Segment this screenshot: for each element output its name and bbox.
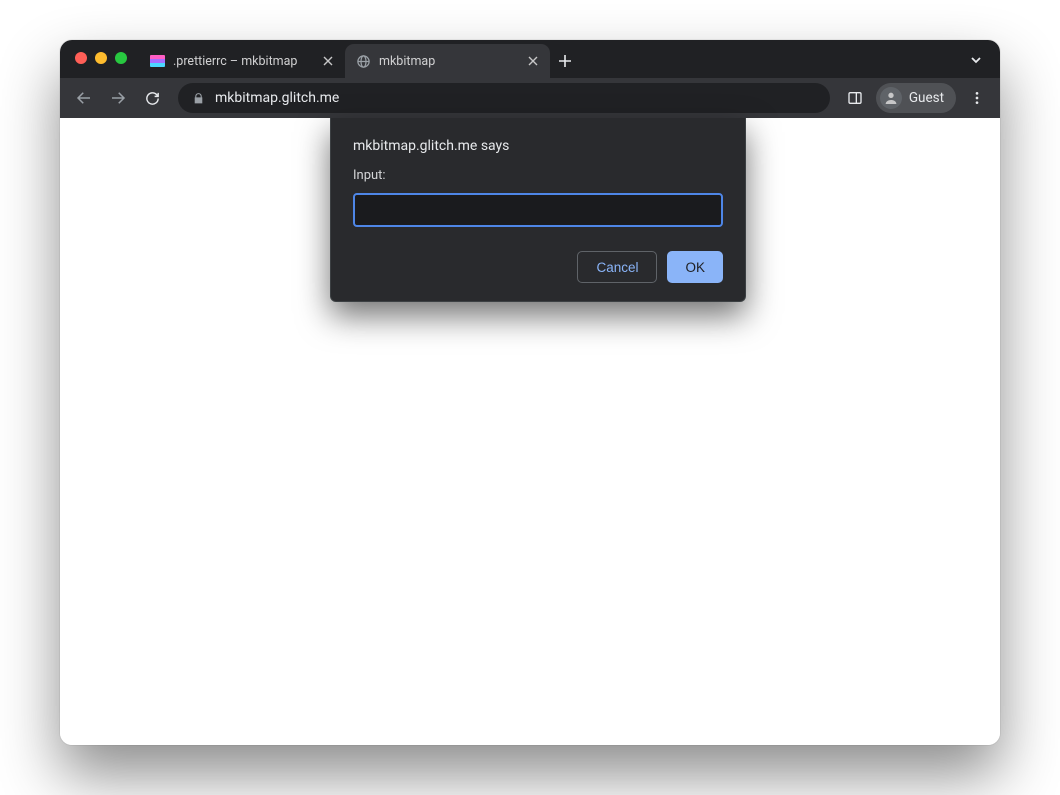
close-tab-button[interactable] (526, 54, 540, 68)
browser-toolbar: mkbitmap.glitch.me Guest (60, 78, 1000, 118)
tab-prettierrc[interactable]: .prettierrc – mkbitmap (140, 44, 345, 78)
window-maximize-button[interactable] (115, 52, 127, 64)
tab-strip: .prettierrc – mkbitmap mkbitmap (60, 40, 1000, 78)
side-panel-button[interactable] (840, 83, 870, 113)
close-icon (323, 56, 333, 66)
new-tab-button[interactable] (552, 48, 578, 74)
close-icon (528, 56, 538, 66)
page-viewport: mkbitmap.glitch.me says Input: Cancel OK (60, 118, 1000, 745)
profile-label: Guest (909, 90, 944, 106)
glitch-icon (150, 55, 165, 67)
globe-icon (355, 53, 371, 69)
js-prompt-dialog: mkbitmap.glitch.me says Input: Cancel OK (330, 118, 746, 302)
lock-icon (192, 92, 205, 105)
dialog-button-row: Cancel OK (353, 251, 723, 283)
cancel-button[interactable]: Cancel (577, 251, 657, 283)
dialog-title: mkbitmap.glitch.me says (353, 138, 723, 154)
back-button[interactable] (68, 82, 100, 114)
toolbar-actions: Guest (840, 83, 992, 113)
dialog-prompt-label: Input: (353, 168, 723, 183)
window-minimize-button[interactable] (95, 52, 107, 64)
reload-button[interactable] (136, 82, 168, 114)
tab-label: .prettierrc – mkbitmap (173, 54, 313, 69)
browser-window: .prettierrc – mkbitmap mkbitmap (60, 40, 1000, 745)
ok-button[interactable]: OK (667, 251, 723, 283)
tab-list-dropdown[interactable] (962, 46, 990, 74)
window-controls (75, 52, 127, 64)
forward-button[interactable] (102, 82, 134, 114)
close-tab-button[interactable] (321, 54, 335, 68)
reload-icon (144, 90, 161, 107)
arrow-right-icon (109, 89, 127, 107)
panel-icon (847, 90, 863, 106)
tab-mkbitmap[interactable]: mkbitmap (345, 44, 550, 78)
avatar-icon (880, 87, 902, 109)
browser-menu-button[interactable] (962, 83, 992, 113)
window-close-button[interactable] (75, 52, 87, 64)
address-bar[interactable]: mkbitmap.glitch.me (178, 83, 830, 113)
window-titlebar: .prettierrc – mkbitmap mkbitmap (60, 40, 1000, 118)
plus-icon (558, 54, 572, 68)
chevron-down-icon (969, 53, 983, 67)
profile-chip[interactable]: Guest (876, 83, 956, 113)
tab-label: mkbitmap (379, 54, 518, 69)
dialog-input[interactable] (353, 193, 723, 227)
url-text: mkbitmap.glitch.me (215, 90, 339, 106)
arrow-left-icon (75, 89, 93, 107)
kebab-icon (969, 90, 985, 106)
